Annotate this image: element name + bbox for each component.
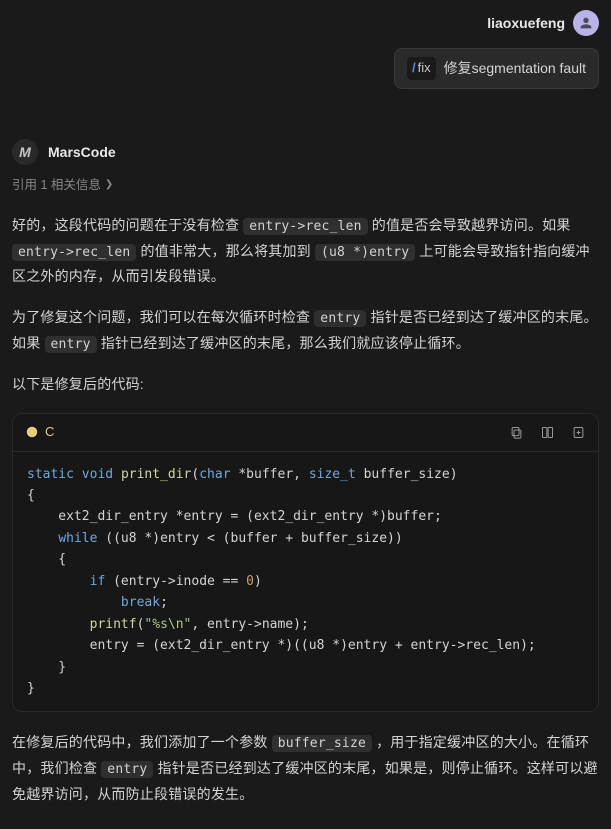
assistant-name: MarsCode [48, 141, 116, 163]
inline-code: entry [45, 336, 97, 353]
assistant-avatar: M [12, 139, 38, 165]
user-message: /fix 修复segmentation fault [394, 48, 599, 89]
code-content[interactable]: static void print_dir(char *buffer, size… [13, 452, 598, 712]
code-block: C static void print_dir(char *buffer, si… [12, 413, 599, 713]
insert-icon[interactable] [571, 425, 586, 440]
code-language: C [25, 422, 54, 443]
paragraph-1: 好的，这段代码的问题在于没有检查 entry->rec_len 的值是否会导致越… [12, 213, 599, 289]
code-actions [509, 425, 586, 440]
paragraph-3: 以下是修复后的代码: [12, 372, 599, 397]
reference-text: 引用 1 相关信息 [12, 175, 101, 195]
chevron-right-icon: ❯ [105, 177, 113, 193]
username: liaoxuefeng [487, 12, 565, 34]
diff-icon[interactable] [540, 425, 555, 440]
user-message-row: /fix 修复segmentation fault [12, 48, 599, 89]
copy-icon[interactable] [509, 425, 524, 440]
inline-code: (u8 *)entry [315, 244, 415, 261]
code-header: C [13, 414, 598, 452]
user-header: liaoxuefeng [12, 10, 599, 36]
avatar[interactable] [573, 10, 599, 36]
c-lang-icon [25, 425, 39, 439]
inline-code: entry [101, 761, 153, 778]
paragraph-4: 在修复后的代码中，我们添加了一个参数 buffer_size ，用于指定缓冲区的… [12, 730, 599, 806]
assistant-content: 好的，这段代码的问题在于没有检查 entry->rec_len 的值是否会导致越… [12, 213, 599, 807]
inline-code: entry [314, 310, 366, 327]
inline-code: buffer_size [272, 735, 372, 752]
inline-code: entry->rec_len [243, 218, 367, 235]
fix-badge: /fix [407, 57, 436, 80]
inline-code: entry->rec_len [12, 244, 136, 261]
user-message-text: 修复segmentation fault [444, 57, 586, 79]
person-icon [578, 15, 594, 31]
reference-line[interactable]: 引用 1 相关信息 ❯ [12, 175, 599, 195]
paragraph-2: 为了修复这个问题，我们可以在每次循环时检查 entry 指针是否已经到达了缓冲区… [12, 305, 599, 357]
assistant-header: M MarsCode [12, 139, 599, 165]
